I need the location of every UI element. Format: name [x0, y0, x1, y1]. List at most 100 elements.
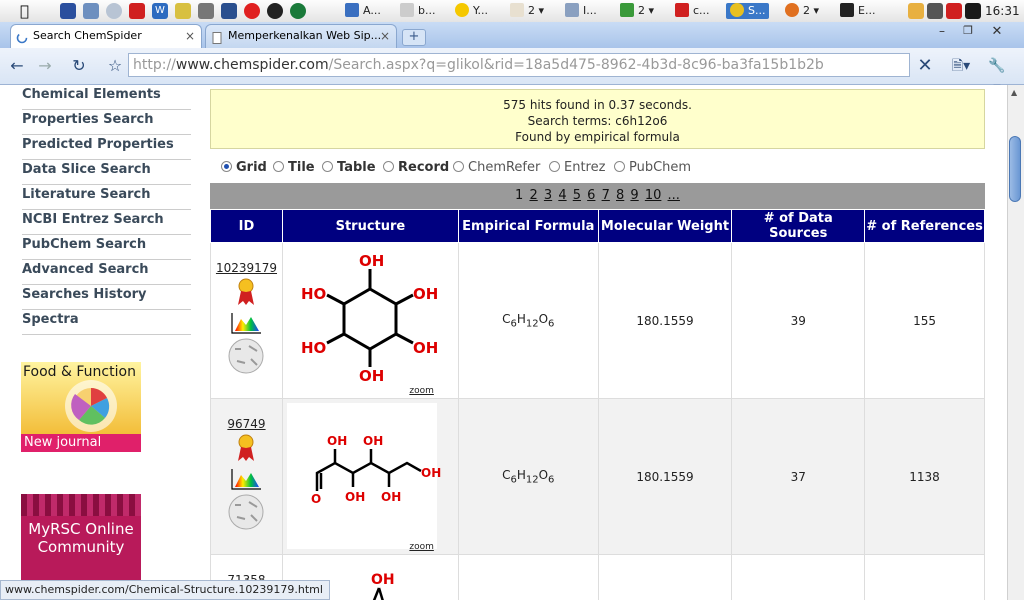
search-icon[interactable]	[106, 3, 122, 19]
tab-label: Memperkenalkan Web Sip...	[228, 29, 382, 42]
column-header-id[interactable]: ID	[210, 209, 283, 243]
minimize-button[interactable]: –	[930, 24, 954, 38]
sidebar-link-advanced-search[interactable]: Advanced Search	[22, 260, 191, 285]
sidebar-link-literature-search[interactable]: Literature Search	[22, 185, 191, 210]
tab-memperkenalkan[interactable]: Memperkenalkan Web Sip... ×	[205, 24, 397, 48]
sidebar-link-chemical-elements[interactable]: Chemical Elements	[22, 85, 191, 110]
opera-icon[interactable]	[244, 3, 260, 19]
view-chemrefer-radio[interactable]: ChemRefer	[453, 160, 540, 175]
sidebar-link-data-slice-search[interactable]: Data Slice Search	[22, 160, 191, 185]
column-header-weight[interactable]: Molecular Weight	[597, 209, 733, 243]
sidebar-link-pubchem-search[interactable]: PubChem Search	[22, 235, 191, 260]
column-header-references[interactable]: # of References	[864, 209, 985, 243]
view-tile-radio[interactable]: Tile	[273, 160, 315, 175]
view-record-radio[interactable]: Record	[383, 160, 449, 175]
compound-id-link[interactable]: 96749	[212, 417, 281, 431]
page-link[interactable]: 6	[587, 188, 595, 203]
gear-icon[interactable]	[129, 3, 145, 19]
fruit-slice-icon	[65, 380, 117, 432]
stop-button[interactable]: ✕	[914, 55, 936, 77]
tools-icon[interactable]	[198, 3, 214, 19]
wikipedia-globe-icon[interactable]	[227, 337, 265, 375]
view-grid-radio[interactable]: Grid	[221, 160, 267, 175]
close-tab-icon[interactable]: ×	[380, 25, 390, 47]
close-window-button[interactable]: ✕	[982, 24, 1012, 39]
view-pubchem-radio[interactable]: PubChem	[614, 160, 691, 175]
structure-cell[interactable]: OH OH OH OH HO HO zoom	[281, 242, 459, 399]
book-icon[interactable]	[221, 3, 237, 19]
close-tab-icon[interactable]: ×	[185, 25, 195, 47]
column-header-sources[interactable]: # of Data Sources	[731, 209, 866, 243]
page-link[interactable]: 2	[529, 188, 537, 203]
view-table-radio[interactable]: Table	[322, 160, 376, 175]
apple-menu-icon[interactable]: 	[20, 2, 34, 20]
page-link[interactable]: ...	[668, 188, 680, 203]
help-icon[interactable]	[175, 3, 191, 19]
acrobat-icon[interactable]	[946, 3, 962, 19]
food-function-ad[interactable]: Food & Function New journal	[21, 362, 141, 452]
page-icon	[211, 30, 223, 44]
phone-icon[interactable]	[927, 3, 943, 19]
reload-button[interactable]: ↻	[68, 55, 90, 77]
mail-icon[interactable]	[908, 3, 924, 19]
taskbar-item-label: Y...	[473, 4, 488, 17]
radio-label: Record	[398, 160, 450, 175]
wikipedia-globe-icon[interactable]	[227, 493, 265, 531]
award-icon[interactable]	[235, 433, 257, 463]
restore-button[interactable]: ❐	[956, 24, 980, 38]
taskbar-item[interactable]: 2 ▾	[620, 3, 654, 19]
page-link[interactable]: 4	[558, 188, 566, 203]
sidebar-link-properties-search[interactable]: Properties Search	[22, 110, 191, 135]
taskbar-item[interactable]: c...	[675, 3, 710, 19]
taskbar-item-label: S...	[748, 4, 766, 17]
forward-button[interactable]: →	[34, 55, 56, 77]
back-button[interactable]: ←	[6, 55, 28, 77]
spectrum-icon[interactable]	[229, 311, 263, 335]
taskbar-item[interactable]: A...	[345, 3, 381, 19]
new-tab-button[interactable]: +	[402, 29, 426, 46]
launcher-icon[interactable]	[60, 3, 76, 19]
page-link[interactable]: 5	[573, 188, 581, 203]
compound-id-link[interactable]: 10239179	[212, 261, 281, 275]
page-link[interactable]: 3	[544, 188, 552, 203]
zoom-link[interactable]: zoom	[409, 386, 434, 396]
references-cell	[864, 554, 985, 600]
bookmark-star-icon[interactable]: ☆	[104, 55, 126, 77]
taskbar-item[interactable]: 2 ▾	[785, 3, 819, 19]
taskbar-item[interactable]: 2 ▾	[510, 3, 544, 19]
sidebar-link-predicted-properties[interactable]: Predicted Properties	[22, 135, 191, 160]
w-icon[interactable]: W	[152, 3, 168, 19]
page-link[interactable]: 10	[645, 188, 662, 203]
sidebar-link-spectra[interactable]: Spectra	[22, 310, 191, 335]
taskbar-item-active[interactable]: S...	[726, 3, 770, 19]
page-link[interactable]: 7	[602, 188, 610, 203]
globe-icon[interactable]	[290, 3, 306, 19]
taskbar-item[interactable]: I...	[565, 3, 597, 19]
structure-cell[interactable]: O OH OH OH OH OH zoom	[281, 398, 459, 555]
taskbar-item[interactable]: Y...	[455, 3, 488, 19]
page-menu-icon[interactable]: 🗎▾	[950, 55, 972, 77]
column-header-formula[interactable]: Empirical Formula	[457, 209, 599, 243]
wrench-menu-icon[interactable]: 🔧▾	[986, 55, 1008, 96]
inositol-structure[interactable]: OH OH OH OH HO HO	[295, 249, 445, 389]
zoom-link[interactable]: zoom	[409, 542, 434, 552]
glucose-chain-structure[interactable]: O OH OH OH OH OH	[295, 405, 445, 545]
weight-cell: 180.1559	[597, 242, 733, 399]
tab-search-chemspider[interactable]: Search ChemSpider ×	[10, 24, 202, 48]
folder-icon[interactable]	[83, 3, 99, 19]
award-icon[interactable]	[235, 277, 257, 307]
page-link[interactable]: 8	[616, 188, 624, 203]
spectrum-icon[interactable]	[229, 467, 263, 491]
disc-icon[interactable]	[267, 3, 283, 19]
address-bar[interactable]: http://www.chemspider.com/Search.aspx?q=…	[128, 53, 910, 77]
sidebar-link-searches-history[interactable]: Searches History	[22, 285, 191, 310]
view-entrez-radio[interactable]: Entrez	[549, 160, 605, 175]
scrollbar-thumb[interactable]	[1009, 136, 1021, 202]
sidebar-link-ncbi-entrez-search[interactable]: NCBI Entrez Search	[22, 210, 191, 235]
page-link[interactable]: 9	[630, 188, 638, 203]
tray-app-icon[interactable]	[965, 3, 981, 19]
myrsc-ad[interactable]: MyRSC Online Community	[21, 494, 141, 584]
taskbar-item[interactable]: b...	[400, 3, 435, 19]
taskbar-item[interactable]: E...	[840, 3, 875, 19]
scroll-up-icon[interactable]: ▲	[1011, 88, 1017, 97]
